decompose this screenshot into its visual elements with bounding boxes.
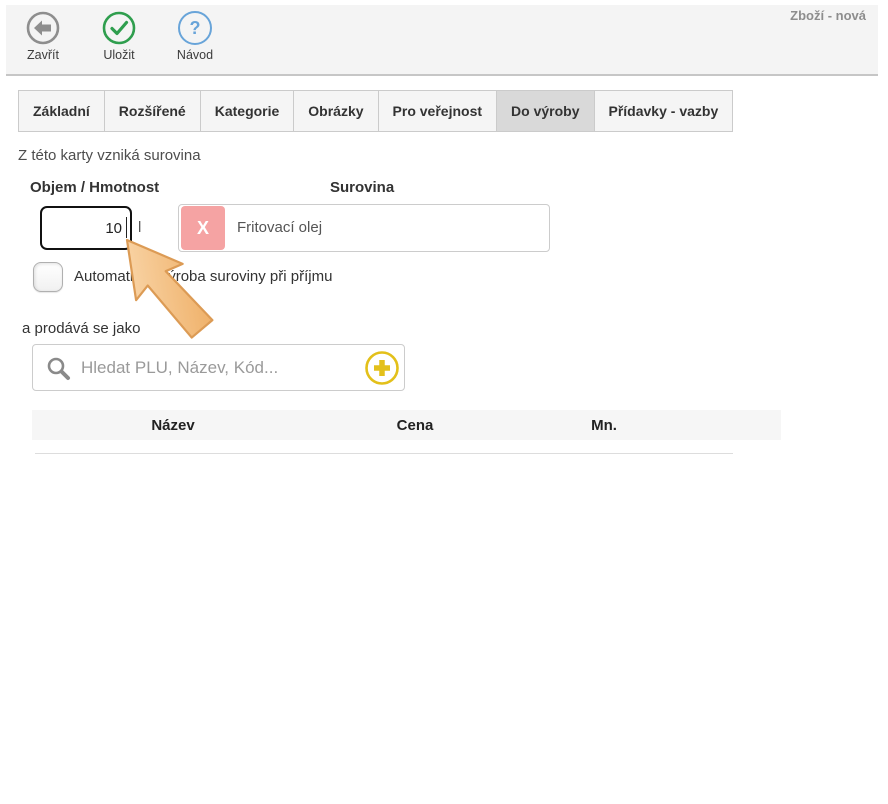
goods-edit-window: Zboží - nová Zavřít Ulož xyxy=(0,0,888,804)
help-button-label: Návod xyxy=(177,48,213,62)
ingredient-value: Fritovací olej xyxy=(237,205,322,251)
toolbar: Zboží - nová Zavřít Ulož xyxy=(6,5,878,76)
tab-pro-verejnost[interactable]: Pro veřejnost xyxy=(378,90,497,132)
close-button[interactable]: Zavřít xyxy=(20,11,66,62)
volume-input-wrap xyxy=(40,206,132,250)
sold-as-table-header: Název Cena Mn. xyxy=(32,410,781,440)
column-header-price: Cena xyxy=(314,417,516,434)
auto-production-label: Automatická výroba suroviny při příjmu xyxy=(74,268,332,285)
help-button[interactable]: ? Návod xyxy=(172,11,218,62)
save-button[interactable]: Uložit xyxy=(96,11,142,62)
search-box xyxy=(32,344,405,391)
volume-input[interactable] xyxy=(40,206,132,250)
column-header-qty: Mn. xyxy=(516,417,692,434)
volume-label: Objem / Hmotnost xyxy=(30,179,159,196)
tab-do-vyroby[interactable]: Do výroby xyxy=(496,90,594,132)
sold-as-label: a prodává se jako xyxy=(22,320,140,337)
window-title: Zboží - nová xyxy=(790,8,866,23)
auto-production-checkbox[interactable] xyxy=(33,262,63,292)
close-button-label: Zavřít xyxy=(27,48,59,62)
toolbar-buttons: Zavřít Uložit ? Návod xyxy=(20,11,218,62)
section-heading: Z této karty vzniká surovina xyxy=(18,147,201,164)
ingredient-field[interactable]: X Fritovací olej xyxy=(178,204,550,252)
tab-kategorie[interactable]: Kategorie xyxy=(200,90,295,132)
tab-pridavky-vazby[interactable]: Přídavky - vazby xyxy=(594,90,734,132)
column-header-name: Název xyxy=(32,417,314,434)
search-input[interactable] xyxy=(81,346,351,389)
ingredient-label: Surovina xyxy=(330,179,394,196)
volume-unit: l xyxy=(138,206,141,250)
add-item-button[interactable] xyxy=(364,350,400,386)
tab-bar: Základní Rozšířené Kategorie Obrázky Pro… xyxy=(18,90,733,132)
remove-ingredient-button[interactable]: X xyxy=(181,206,225,250)
tab-obrazky[interactable]: Obrázky xyxy=(293,90,378,132)
tab-zakladni[interactable]: Základní xyxy=(18,90,105,132)
search-icon xyxy=(45,355,72,387)
sold-as-table-body xyxy=(35,441,733,454)
back-arrow-icon xyxy=(26,11,60,45)
check-icon xyxy=(102,11,136,45)
text-caret xyxy=(126,217,128,238)
question-icon: ? xyxy=(178,11,212,45)
tab-rozsirene[interactable]: Rozšířené xyxy=(104,90,201,132)
save-button-label: Uložit xyxy=(103,48,134,62)
